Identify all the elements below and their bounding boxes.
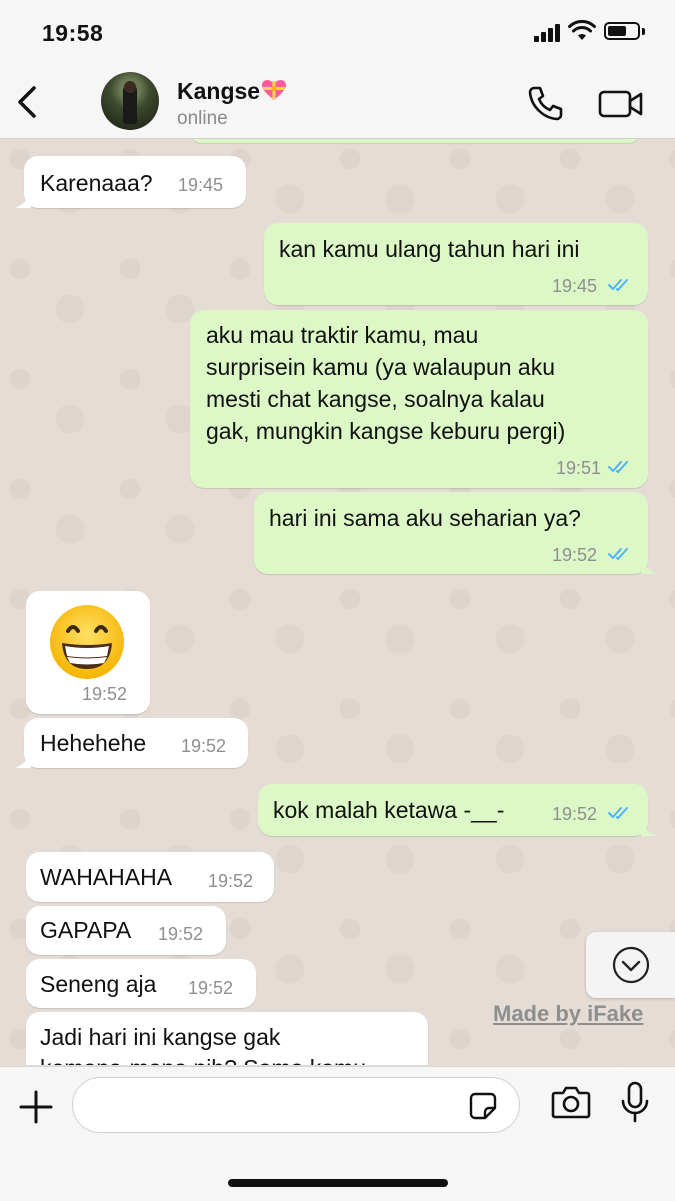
message-time: 19:51	[556, 458, 602, 478]
heart-with-ribbon-icon	[262, 80, 287, 100]
bubble-tail	[641, 822, 657, 836]
incoming-message[interactable]: WAHAHAHA 19:52	[26, 852, 274, 902]
message-time: 19:45	[552, 276, 598, 296]
message-line: gak, mungkin kangse keburu pergi)	[206, 418, 566, 444]
camera-icon[interactable]	[551, 1085, 591, 1119]
message-text: GAPAPA	[40, 917, 132, 943]
outgoing-message[interactable]: kan kamu ulang tahun hari ini 19:45	[264, 223, 648, 305]
bubble-tail	[641, 560, 657, 574]
chat-area[interactable]: Karenaaa? 19:45 kan kamu ulang tahun har…	[0, 139, 675, 1065]
message-text: kan kamu ulang tahun hari ini	[279, 236, 580, 262]
message-time: 19:52	[552, 804, 598, 824]
plus-icon[interactable]	[18, 1089, 54, 1125]
microphone-icon[interactable]	[620, 1081, 650, 1123]
message-time: 19:45	[178, 175, 224, 195]
contact-name[interactable]: Kangse	[177, 78, 287, 105]
message-line: kemana-mana nih? Sama kamu	[40, 1052, 366, 1065]
incoming-message[interactable]: Hehehehe 19:52	[15, 718, 248, 768]
wifi-icon	[568, 20, 596, 40]
read-receipt-icon	[608, 807, 628, 819]
incoming-message[interactable]: Seneng aja 19:52	[26, 959, 256, 1008]
phone-call-icon[interactable]	[527, 85, 565, 121]
back-chevron-icon[interactable]	[12, 82, 44, 122]
chevron-down-circle-icon	[612, 946, 650, 984]
avatar[interactable]	[101, 72, 159, 130]
message-line: mesti chat kangse, soalnya kalau	[206, 386, 545, 412]
home-indicator	[228, 1179, 448, 1187]
outgoing-message[interactable]: aku mau traktir kamu, mau surprisein kam…	[190, 310, 648, 488]
message-time: 19:52	[158, 924, 204, 944]
message-text: Seneng aja	[40, 971, 157, 997]
incoming-message[interactable]: Karenaaa? 19:45	[15, 156, 246, 208]
video-call-icon[interactable]	[598, 89, 644, 119]
read-receipt-icon	[608, 461, 628, 473]
message-time: 19:52	[188, 978, 234, 998]
message-text: kok malah ketawa -__-	[273, 797, 505, 823]
message-input-bar	[0, 1066, 675, 1201]
scroll-to-bottom-button[interactable]	[586, 932, 675, 998]
message-text: hari ini sama aku seharian ya?	[269, 505, 581, 531]
incoming-emoji-message[interactable]: 19:52	[26, 591, 150, 714]
read-receipt-icon	[608, 279, 628, 291]
previous-message-edge	[190, 139, 640, 143]
bubble-tail	[15, 194, 31, 208]
message-input[interactable]	[72, 1077, 520, 1133]
outgoing-message[interactable]: hari ini sama aku seharian ya? 19:52	[254, 492, 657, 574]
message-text: Karenaaa?	[40, 170, 153, 196]
outgoing-message[interactable]: kok malah ketawa -__- 19:52	[258, 784, 657, 836]
chat-header: Kangse online	[0, 68, 675, 139]
message-line: Jadi hari ini kangse gak	[40, 1024, 281, 1050]
contact-status: online	[177, 108, 228, 129]
message-time: 19:52	[82, 684, 128, 704]
message-text: Hehehehe	[40, 730, 147, 756]
status-bar: 19:58	[0, 0, 675, 68]
message-text: WAHAHAHA	[40, 864, 173, 890]
cellular-signal-icon	[534, 24, 562, 42]
message-line: aku mau traktir kamu, mau	[206, 322, 479, 348]
incoming-message[interactable]: Jadi hari ini kangse gak kemana-mana nih…	[26, 1012, 428, 1065]
message-time: 19:52	[208, 871, 254, 891]
incoming-message[interactable]: GAPAPA 19:52	[26, 906, 226, 955]
bubble-tail	[15, 754, 31, 768]
watermark: Made by iFake	[493, 1001, 644, 1026]
status-time: 19:58	[42, 20, 104, 46]
grinning-face-emoji-icon	[50, 605, 124, 679]
read-receipt-icon	[608, 548, 628, 560]
contact-name-text: Kangse	[177, 78, 261, 104]
message-time: 19:52	[552, 545, 598, 565]
battery-icon	[604, 22, 640, 40]
sticker-icon[interactable]	[469, 1092, 497, 1120]
message-time: 19:52	[181, 736, 227, 756]
message-line: surprisein kamu (ya walaupun aku	[206, 354, 556, 380]
battery-tip	[642, 28, 645, 35]
